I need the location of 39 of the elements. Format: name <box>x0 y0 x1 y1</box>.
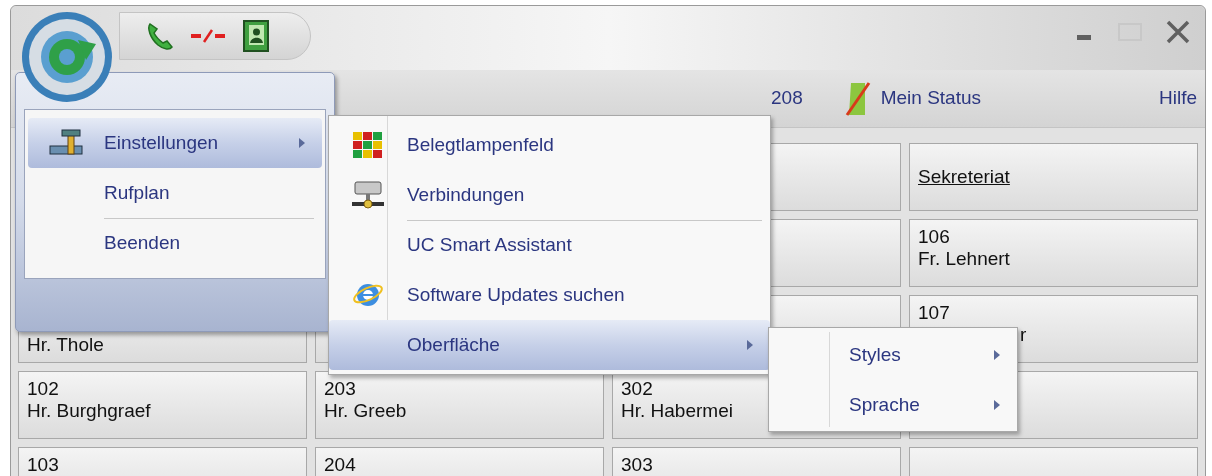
menu-item[interactable]: Rufplan <box>28 168 322 218</box>
cell-text: 103 <box>27 454 59 476</box>
cell-text: 102 <box>27 378 59 400</box>
cell-text: Hr. Habermei <box>621 399 733 422</box>
menu-item[interactable]: Belegtlampenfeld <box>329 120 770 170</box>
close-icon[interactable] <box>1165 20 1191 44</box>
cell-text: 107 <box>918 302 950 324</box>
cell-text: 106 <box>918 226 950 248</box>
menu-item[interactable]: Einstellungen <box>28 118 322 168</box>
submenu-arrow-icon <box>298 137 306 149</box>
submenu-arrow-icon <box>993 399 1001 411</box>
group-label: Sekreteriat <box>918 166 1010 188</box>
submenu-arrow-icon <box>993 349 1001 361</box>
disconnect-icon[interactable] <box>190 28 226 44</box>
cell-text: Hr. Greeb <box>324 399 407 422</box>
cell-text: Hr. Thole <box>27 334 104 356</box>
contact-book-icon[interactable] <box>240 19 270 53</box>
menu-item[interactable]: Software Updates suchen <box>329 270 770 320</box>
cell-text: Fr. Lehnert <box>918 247 1010 270</box>
submenu-arrow-icon <box>746 339 754 351</box>
app-logo-icon[interactable] <box>20 10 114 104</box>
cell-text: 303 <box>621 454 653 476</box>
menu-item[interactable]: UC Smart Assistant <box>329 220 770 270</box>
cell-text: 203 <box>324 378 356 400</box>
menu-item[interactable]: Verbindungen <box>329 170 770 220</box>
menu-item[interactable]: Oberfläche <box>329 320 770 370</box>
network-icon <box>351 180 385 210</box>
cell-text: r <box>1019 323 1027 346</box>
menu-item[interactable]: Styles <box>769 330 1017 380</box>
menu-item[interactable]: Beenden <box>28 218 322 268</box>
extension-number: 208 <box>771 86 803 111</box>
cell-text: Hr. Burghgraef <box>27 399 151 422</box>
cell-text: 204 <box>324 454 356 476</box>
help-menu[interactable]: Hilfe <box>1159 84 1197 113</box>
lamp-grid-icon <box>353 132 383 158</box>
menu-item[interactable]: Sprache <box>769 380 1017 430</box>
cell-text: 302 <box>621 378 653 400</box>
status-button[interactable]: Mein Status <box>842 80 982 117</box>
tools-icon <box>48 128 84 158</box>
